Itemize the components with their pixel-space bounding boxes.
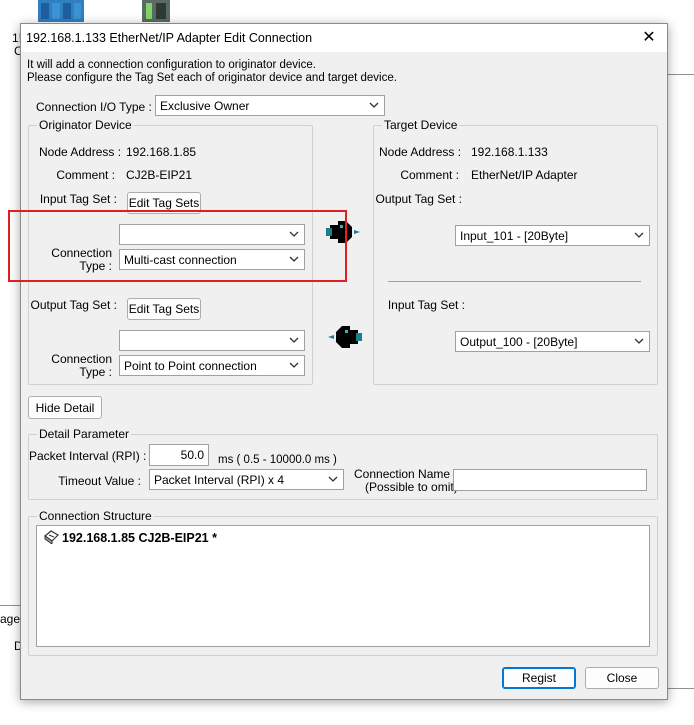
edit-output-tag-sets-button[interactable]: Edit Tag Sets [127, 298, 201, 320]
connection-name-label: Connection Name : [354, 467, 457, 481]
device-tag-icon [44, 530, 59, 545]
output-tag-combo[interactable] [119, 330, 305, 351]
target-input-tag-set-select[interactable]: Output_100 - [20Byte] [455, 331, 650, 352]
background-divider [0, 605, 20, 606]
connection-type-label: Connection [51, 352, 112, 366]
originator-node-address-label: Node Address : [39, 145, 122, 159]
chevron-down-icon [369, 102, 379, 108]
input-tag-set-label: Input Tag Set : [39, 192, 117, 206]
adapter-device-icon [138, 0, 174, 22]
output-tag-set-label: Output Tag Set : [30, 298, 117, 312]
close-button[interactable]: Close [585, 667, 659, 689]
hide-detail-button[interactable]: Hide Detail [28, 396, 102, 419]
connection-name-hint: (Possible to omit) [365, 480, 458, 494]
chevron-down-icon [289, 362, 299, 368]
regist-button[interactable]: Regist [502, 667, 576, 689]
originator-device-title: Originator Device [37, 118, 134, 132]
connection-name-input[interactable] [453, 469, 647, 491]
connection-io-type-label: Connection I/O Type : [36, 100, 152, 114]
timeout-label: Timeout Value : [58, 474, 141, 488]
connection-type-label: Type : [79, 365, 112, 379]
connection-structure-tree[interactable]: 192.168.1.85 CJ2B-EIP21 * [36, 525, 650, 647]
target-device-title: Target Device [382, 118, 460, 132]
background-divider [666, 688, 694, 689]
timeout-value: Packet Interval (RPI) x 4 [154, 473, 285, 487]
target-comment: EtherNet/IP Adapter [471, 168, 578, 182]
tree-item-label: 192.168.1.85 CJ2B-EIP21 * [62, 531, 217, 545]
originator-comment-label: Comment : [56, 168, 115, 182]
chevron-down-icon [634, 232, 644, 238]
network-device-icon [38, 0, 84, 22]
connection-arrow-left-icon [326, 322, 362, 352]
target-node-address-label: Node Address : [379, 145, 462, 159]
highlight-box [8, 210, 347, 282]
connection-structure-title: Connection Structure [37, 509, 154, 523]
originator-comment: CJ2B-EIP21 [126, 168, 193, 182]
target-divider [388, 281, 641, 282]
target-output-tag-set-label: Output Tag Set : [375, 192, 462, 206]
output-connection-type-value: Point to Point connection [124, 359, 257, 373]
title-bar: 192.168.1.133 EtherNet/IP Adapter Edit C… [21, 24, 667, 52]
rpi-label: Packet Interval (RPI) : [29, 449, 147, 463]
rpi-input[interactable]: 50.0 [149, 444, 209, 466]
background-divider [666, 74, 694, 75]
target-output-tag-set-value: Input_101 - [20Byte] [460, 229, 569, 243]
target-output-tag-set-select[interactable]: Input_101 - [20Byte] [455, 225, 650, 246]
tree-item[interactable]: 192.168.1.85 CJ2B-EIP21 * [43, 530, 217, 545]
connection-io-type-select[interactable]: Exclusive Owner [155, 95, 385, 116]
intro-text-line1: It will add a connection configuration t… [27, 59, 316, 71]
originator-node-address: 192.168.1.85 [126, 145, 197, 159]
rpi-value: 50.0 [180, 448, 204, 462]
target-node-address: 192.168.1.133 [471, 145, 548, 159]
timeout-select[interactable]: Packet Interval (RPI) x 4 [149, 469, 344, 490]
target-input-tag-set-label: Input Tag Set : [387, 298, 465, 312]
output-connection-type-select[interactable]: Point to Point connection [119, 355, 305, 376]
rpi-range-text: ms ( 0.5 - 10000.0 ms ) [218, 454, 337, 466]
target-comment-label: Comment : [400, 168, 459, 182]
dialog-title: 192.168.1.133 EtherNet/IP Adapter Edit C… [26, 31, 313, 45]
chevron-down-icon [328, 476, 338, 482]
detail-parameter-title: Detail Parameter [37, 427, 132, 441]
close-icon[interactable]: ✕ [639, 28, 659, 48]
target-input-tag-set-value: Output_100 - [20Byte] [460, 335, 578, 349]
chevron-down-icon [289, 337, 299, 343]
intro-text-line2: Please configure the Tag Set each of ori… [27, 72, 397, 84]
edit-connection-dialog: 192.168.1.133 EtherNet/IP Adapter Edit C… [20, 23, 668, 700]
chevron-down-icon [634, 338, 644, 344]
connection-io-type-value: Exclusive Owner [160, 99, 250, 113]
